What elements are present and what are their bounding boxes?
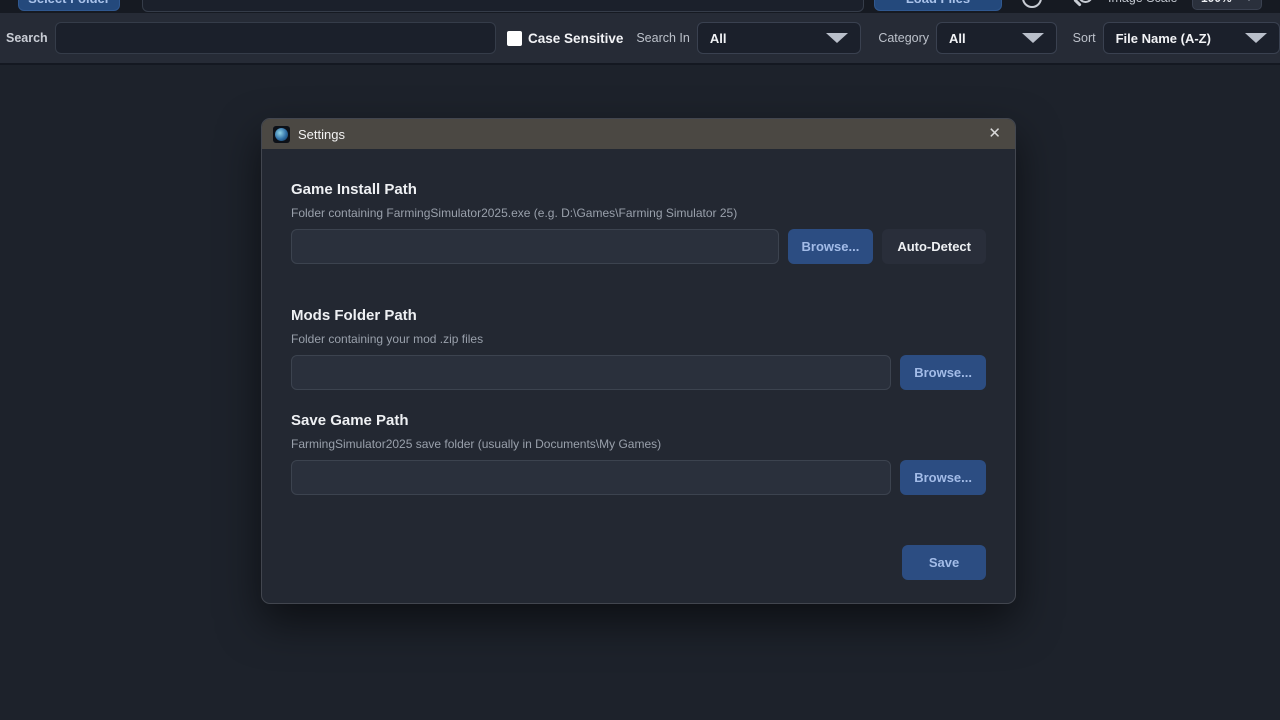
- category-value: All: [949, 31, 966, 46]
- field-row: Browse...: [291, 355, 986, 390]
- search-input[interactable]: [55, 22, 496, 54]
- sort-value: File Name (A-Z): [1116, 31, 1211, 46]
- top-toolbar: Select Folder Load Files Image Scale 100…: [0, 0, 1280, 13]
- browse-button[interactable]: Browse...: [900, 355, 986, 390]
- folder-path-input[interactable]: [142, 0, 864, 12]
- sort-dropdown[interactable]: File Name (A-Z): [1103, 22, 1280, 54]
- search-in-label: Search In: [636, 31, 690, 45]
- game-install-path-input[interactable]: [291, 229, 779, 264]
- search-in-value: All: [710, 31, 727, 46]
- mods-folder-path-input[interactable]: [291, 355, 891, 390]
- chevron-down-icon: [826, 33, 848, 43]
- browse-button[interactable]: Browse...: [788, 229, 874, 264]
- close-icon[interactable]: ✕: [985, 119, 1004, 149]
- image-scale-dropdown[interactable]: 100%: [1192, 0, 1262, 10]
- app-logo-icon: [273, 126, 290, 143]
- search-label: Search: [6, 31, 48, 45]
- settings-dialog: Settings ✕ Game Install Path Folder cont…: [261, 118, 1016, 604]
- game-install-path-section: Game Install Path Folder containing Farm…: [291, 182, 986, 264]
- section-heading: Game Install Path: [291, 182, 986, 197]
- image-scale-value: 100%: [1201, 0, 1232, 5]
- section-description: Folder containing FarmingSimulator2025.e…: [291, 206, 986, 220]
- section-heading: Mods Folder Path: [291, 308, 986, 323]
- save-button[interactable]: Save: [902, 545, 986, 580]
- dialog-footer: Save: [291, 545, 986, 580]
- section-description: Folder containing your mod .zip files: [291, 332, 986, 346]
- save-game-path-section: Save Game Path FarmingSimulator2025 save…: [291, 413, 986, 495]
- dialog-titlebar[interactable]: Settings ✕: [262, 119, 1015, 149]
- chevron-down-icon: [1022, 33, 1044, 43]
- save-game-path-input[interactable]: [291, 460, 891, 495]
- image-scale-label: Image Scale: [1108, 0, 1177, 13]
- search-in-dropdown[interactable]: All: [697, 22, 861, 54]
- gear-icon[interactable]: [1022, 0, 1042, 8]
- field-row: Browse... Auto-Detect: [291, 229, 986, 264]
- section-heading: Save Game Path: [291, 413, 986, 428]
- category-label: Category: [878, 31, 929, 45]
- select-folder-button[interactable]: Select Folder: [18, 0, 120, 11]
- category-dropdown[interactable]: All: [936, 22, 1057, 54]
- dialog-title: Settings: [298, 127, 345, 142]
- chevron-down-icon: [1245, 0, 1253, 1]
- field-row: Browse...: [291, 460, 986, 495]
- chevron-down-icon: [1245, 33, 1267, 43]
- auto-detect-button[interactable]: Auto-Detect: [882, 229, 986, 264]
- case-sensitive-label: Case Sensitive: [528, 31, 623, 46]
- case-sensitive-checkbox[interactable]: [507, 31, 522, 46]
- dialog-body: Game Install Path Folder containing Farm…: [262, 149, 1015, 580]
- load-files-button[interactable]: Load Files: [874, 0, 1002, 11]
- top-toolbar-inner: Select Folder Load Files Image Scale 100…: [0, 0, 1280, 13]
- browse-button[interactable]: Browse...: [900, 460, 986, 495]
- section-description: FarmingSimulator2025 save folder (usuall…: [291, 437, 986, 451]
- filter-toolbar: Search Case Sensitive Search In All Cate…: [0, 13, 1280, 65]
- mods-folder-path-section: Mods Folder Path Folder containing your …: [291, 308, 986, 390]
- sort-label: Sort: [1073, 31, 1096, 45]
- search-icon[interactable]: [1072, 0, 1094, 9]
